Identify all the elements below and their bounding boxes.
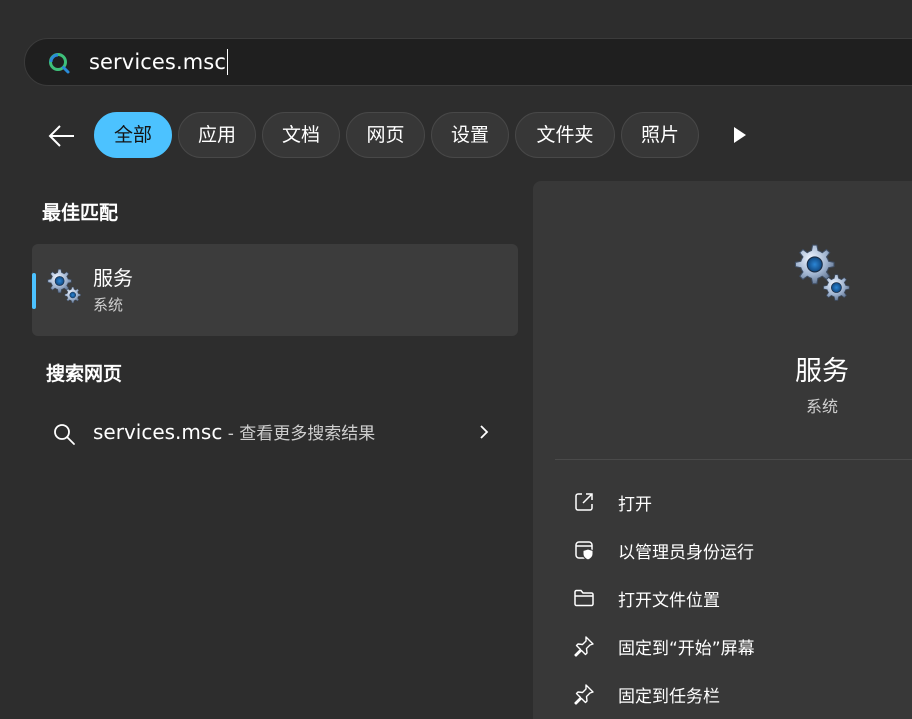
action-pin-to-start-label: 固定到“开始”屏幕 (618, 639, 755, 659)
pin-icon (574, 684, 594, 705)
web-search-result[interactable]: services.msc - 查看更多搜索结果 (32, 406, 518, 458)
filter-chip-apps[interactable]: 应用 (178, 112, 256, 158)
open-external-icon (575, 493, 593, 511)
detail-pane: 服务 系统 打开 以管理员身份运行 打开文件位置 固定到“开始”屏幕 固定到任务… (533, 181, 912, 719)
best-match-item[interactable]: 服务 系统 (32, 244, 518, 336)
web-search-hint: - 查看更多搜索结果 (222, 424, 376, 444)
pin-icon (574, 636, 594, 657)
detail-divider (555, 459, 912, 460)
selection-indicator (32, 273, 36, 309)
action-run-as-admin-label: 以管理员身份运行 (618, 543, 754, 563)
filter-chip-settings[interactable]: 设置 (431, 112, 509, 158)
search-input[interactable]: services.msc (89, 49, 228, 75)
admin-shield-icon (575, 541, 594, 561)
play-arrow-icon[interactable] (729, 124, 751, 146)
folder-icon (574, 589, 594, 607)
text-caret (226, 49, 228, 75)
web-search-text: services.msc - 查看更多搜索结果 (93, 419, 375, 444)
detail-title: 服务 (795, 356, 849, 387)
filter-chip-documents[interactable]: 文档 (262, 112, 340, 158)
detail-subtitle: 系统 (805, 397, 838, 416)
filter-chip-photos[interactable]: 照片 (621, 112, 699, 158)
back-arrow-icon[interactable] (46, 120, 78, 152)
gears-icon (794, 244, 850, 301)
chevron-right-icon (480, 425, 489, 439)
search-icon (54, 424, 75, 445)
best-match-title: 服务 (93, 266, 133, 290)
filter-chip-web[interactable]: 网页 (346, 112, 425, 158)
search-bar[interactable]: services.msc (24, 38, 912, 86)
filter-chip-folders[interactable]: 文件夹 (515, 112, 615, 158)
action-open-file-location-label: 打开文件位置 (618, 591, 720, 611)
search-logo-icon (49, 53, 70, 74)
search-window: services.msc 全部 应用 文档 网页 设置 文件夹 照片 最佳匹配 … (0, 0, 912, 719)
action-open-label: 打开 (618, 495, 652, 515)
best-match-subtitle: 系统 (93, 296, 124, 314)
action-pin-to-taskbar-label: 固定到任务栏 (618, 687, 720, 707)
filter-chip-all[interactable]: 全部 (94, 112, 172, 158)
gears-icon (47, 268, 81, 304)
web-search-heading: 搜索网页 (46, 363, 123, 385)
web-search-query: services.msc (93, 420, 223, 444)
best-match-heading: 最佳匹配 (42, 202, 119, 224)
search-query-text: services.msc (89, 50, 226, 74)
